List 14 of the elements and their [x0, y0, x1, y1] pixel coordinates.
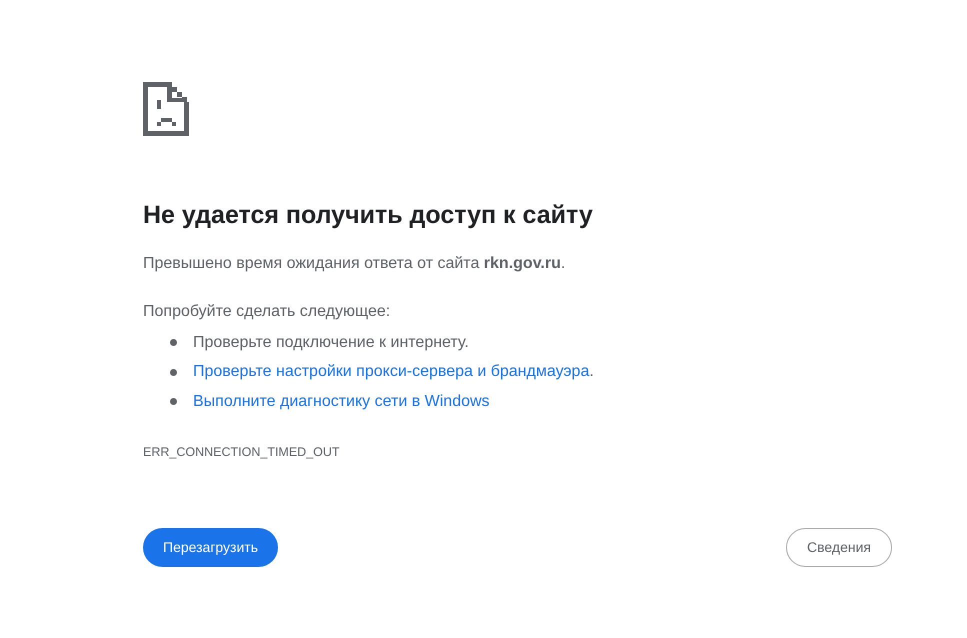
bullet-icon — [170, 398, 177, 406]
error-heading: Не удается получить доступ к сайту — [143, 200, 593, 231]
details-button[interactable]: Сведения — [786, 528, 892, 566]
error-message: Превышено время ожидания ответа от сайта rkn.gov.ru. — [143, 254, 566, 274]
sad-document-icon — [143, 82, 189, 136]
suggestion-link[interactable]: Проверьте настройки прокси-сервера и брандмауэра — [193, 363, 590, 380]
reload-button[interactable]: Перезагрузить — [143, 528, 278, 566]
error-code: ERR_CONNECTION_TIMED_OUT — [143, 444, 340, 460]
suggestion-link[interactable]: Выполните диагностику сети в Windows — [193, 392, 490, 411]
suggestion-text: Проверьте подключение к интернету. — [193, 334, 469, 352]
suggestion-text: Проверьте настройки прокси-сервера и брандмауэра. — [193, 363, 594, 382]
bullet-icon — [170, 368, 177, 376]
bullet-icon — [170, 339, 177, 346]
suggestions-intro: Попробуйте сделать следующее: — [143, 302, 390, 322]
